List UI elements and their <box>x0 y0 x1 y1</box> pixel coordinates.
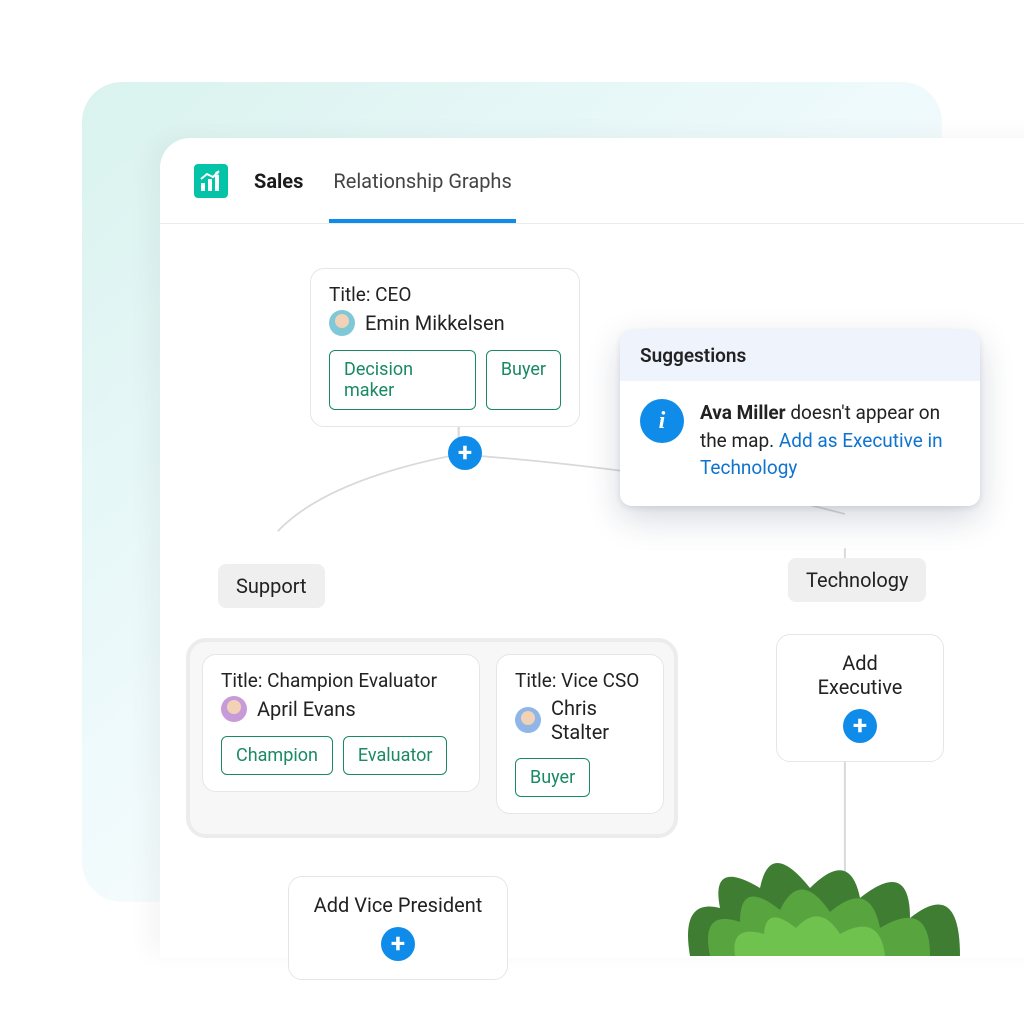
node-person: Emin Mikkelsen <box>329 310 561 336</box>
node-person: April Evans <box>221 696 461 722</box>
tab-bar: Sales Relationship Graphs <box>160 138 1024 224</box>
add-card-label: Add Vice President <box>311 893 485 917</box>
add-executive-card[interactable]: Add Executive + <box>776 634 944 762</box>
add-card-label: Add Executive <box>799 651 921 699</box>
plus-icon: + <box>843 709 877 743</box>
node-title: Title: Champion Evaluator <box>221 669 461 692</box>
avatar-icon <box>515 707 541 733</box>
person-name: Emin Mikkelsen <box>365 311 505 335</box>
suggestion-text: Ava Miller doesn't appear on the map. Ad… <box>700 399 960 482</box>
node-person: Chris Stalter <box>515 696 645 744</box>
info-icon: i <box>640 399 684 443</box>
sales-chart-icon <box>194 164 228 198</box>
node-title: Title: CEO <box>329 283 561 306</box>
avatar-icon <box>329 310 355 336</box>
add-child-button[interactable]: + <box>448 436 482 470</box>
person-name: April Evans <box>257 697 356 721</box>
bush-decoration <box>680 838 980 958</box>
tab-sales[interactable]: Sales <box>254 169 303 193</box>
node-april-evans[interactable]: Title: Champion Evaluator April Evans Ch… <box>202 654 480 792</box>
add-vice-president-card[interactable]: Add Vice President + <box>288 876 508 980</box>
dept-label-support[interactable]: Support <box>218 564 325 608</box>
node-ceo[interactable]: Title: CEO Emin Mikkelsen Decision maker… <box>310 268 580 427</box>
main-panel: Sales Relationship Graphs Title: CEO Emi… <box>160 138 1024 958</box>
tab-relationship-graphs[interactable]: Relationship Graphs <box>329 139 515 223</box>
role-tag-decision-maker[interactable]: Decision maker <box>329 350 476 410</box>
node-title: Title: Vice CSO <box>515 669 645 692</box>
suggestion-person: Ava Miller <box>700 401 786 424</box>
role-tag-evaluator[interactable]: Evaluator <box>343 736 448 775</box>
role-tag-buyer[interactable]: Buyer <box>515 758 590 797</box>
node-chris-stalter[interactable]: Title: Vice CSO Chris Stalter Buyer <box>496 654 664 814</box>
dept-label-technology[interactable]: Technology <box>788 558 926 602</box>
role-tag-champion[interactable]: Champion <box>221 736 333 775</box>
suggestions-popover: Suggestions i Ava Miller doesn't appear … <box>620 330 980 506</box>
person-name: Chris Stalter <box>551 696 645 744</box>
avatar-icon <box>221 696 247 722</box>
plus-icon: + <box>381 927 415 961</box>
role-tag-buyer[interactable]: Buyer <box>486 350 561 410</box>
popover-heading: Suggestions <box>620 330 980 381</box>
